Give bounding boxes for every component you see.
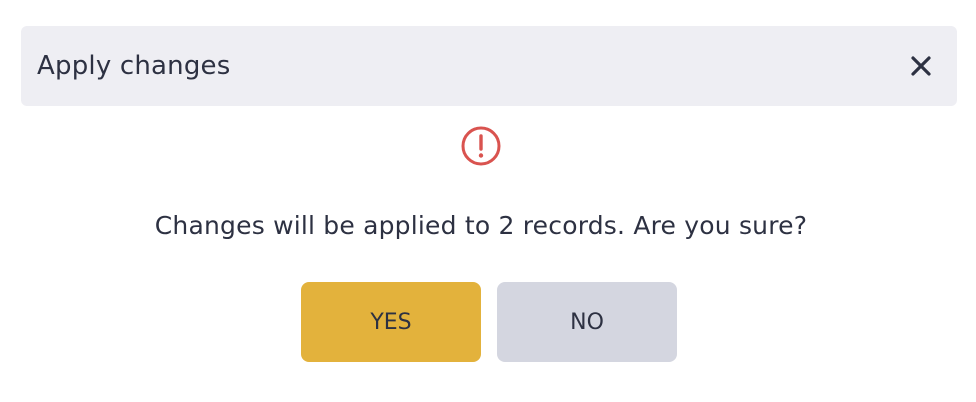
dialog-header: Apply changes	[21, 26, 957, 106]
yes-button[interactable]: YES	[301, 282, 481, 362]
close-button[interactable]	[907, 52, 935, 80]
close-icon	[911, 56, 931, 76]
confirm-dialog: Apply changes Changes will be applied to…	[0, 0, 976, 402]
no-button[interactable]: NO	[497, 282, 677, 362]
yes-button-label: YES	[370, 309, 412, 335]
confirmation-message: Changes will be applied to 2 records. Ar…	[154, 211, 808, 240]
exclamation-circle-icon	[461, 126, 501, 166]
dialog-title: Apply changes	[37, 51, 231, 81]
no-button-label: NO	[570, 309, 604, 335]
